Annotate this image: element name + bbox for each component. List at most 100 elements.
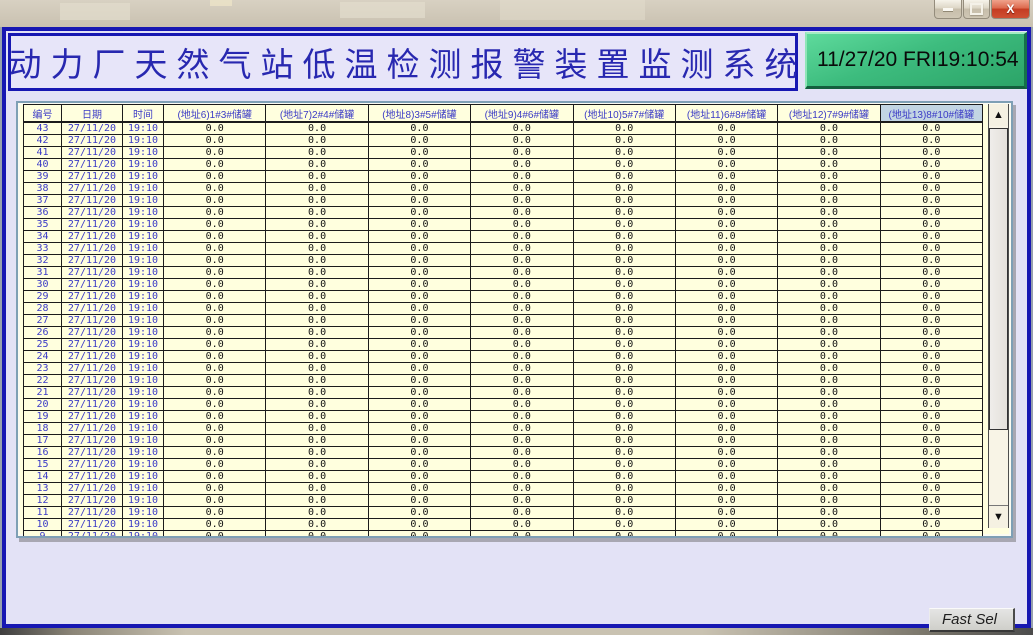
vertical-scrollbar[interactable]: ▲ ▼: [988, 104, 1009, 528]
row-value: 0.0: [880, 435, 982, 447]
row-time: 19:10: [123, 459, 164, 471]
row-value: 0.0: [471, 171, 573, 183]
row-value: 0.0: [368, 267, 470, 279]
row-value: 0.0: [164, 267, 266, 279]
table-row[interactable]: 1227/11/2019:100.00.00.00.00.00.00.00.0: [24, 495, 983, 507]
table-row[interactable]: 2427/11/2019:100.00.00.00.00.00.00.00.0: [24, 351, 983, 363]
table-row[interactable]: 3727/11/2019:100.00.00.00.00.00.00.00.0: [24, 195, 983, 207]
row-value: 0.0: [880, 327, 982, 339]
row-value: 0.0: [778, 207, 880, 219]
table-row[interactable]: 3227/11/2019:100.00.00.00.00.00.00.00.0: [24, 255, 983, 267]
table-row[interactable]: 2327/11/2019:100.00.00.00.00.00.00.00.0: [24, 363, 983, 375]
table-row[interactable]: 1627/11/2019:100.00.00.00.00.00.00.00.0: [24, 447, 983, 459]
row-time: 19:10: [123, 279, 164, 291]
table-row[interactable]: 1027/11/2019:100.00.00.00.00.00.00.00.0: [24, 519, 983, 531]
row-value: 0.0: [368, 399, 470, 411]
table-row[interactable]: 3427/11/2019:100.00.00.00.00.00.00.00.0: [24, 231, 983, 243]
table-row[interactable]: 927/11/2019:100.00.00.00.00.00.00.00.0: [24, 531, 983, 539]
row-value: 0.0: [880, 231, 982, 243]
close-button[interactable]: X: [991, 0, 1030, 19]
row-value: 0.0: [573, 267, 675, 279]
table-row[interactable]: 2027/11/2019:100.00.00.00.00.00.00.00.0: [24, 399, 983, 411]
row-date: 27/11/20: [62, 171, 123, 183]
row-value: 0.0: [573, 363, 675, 375]
row-value: 0.0: [164, 327, 266, 339]
row-value: 0.0: [573, 255, 675, 267]
table-row[interactable]: 1427/11/2019:100.00.00.00.00.00.00.00.0: [24, 471, 983, 483]
table-row[interactable]: 2227/11/2019:100.00.00.00.00.00.00.00.0: [24, 375, 983, 387]
row-value: 0.0: [880, 495, 982, 507]
table-row[interactable]: 1127/11/2019:100.00.00.00.00.00.00.00.0: [24, 507, 983, 519]
row-value: 0.0: [164, 279, 266, 291]
maximize-button[interactable]: [963, 0, 990, 19]
minimize-button[interactable]: [934, 0, 962, 19]
row-number: 30: [24, 279, 62, 291]
row-value: 0.0: [778, 291, 880, 303]
table-row[interactable]: 2127/11/2019:100.00.00.00.00.00.00.00.0: [24, 387, 983, 399]
row-value: 0.0: [573, 315, 675, 327]
table-row[interactable]: 2927/11/2019:100.00.00.00.00.00.00.00.0: [24, 291, 983, 303]
row-number: 31: [24, 267, 62, 279]
table-row[interactable]: 2527/11/2019:100.00.00.00.00.00.00.00.0: [24, 339, 983, 351]
row-value: 0.0: [675, 363, 777, 375]
row-number: 17: [24, 435, 62, 447]
row-value: 0.0: [266, 531, 368, 539]
table-row[interactable]: 2727/11/2019:100.00.00.00.00.00.00.00.0: [24, 315, 983, 327]
table-row[interactable]: 4127/11/2019:100.00.00.00.00.00.00.00.0: [24, 147, 983, 159]
table-row[interactable]: 4027/11/2019:100.00.00.00.00.00.00.00.0: [24, 159, 983, 171]
row-value: 0.0: [164, 122, 266, 135]
row-value: 0.0: [368, 183, 470, 195]
background-artifact: [60, 3, 130, 20]
row-date: 27/11/20: [62, 303, 123, 315]
table-row[interactable]: 3627/11/2019:100.00.00.00.00.00.00.00.0: [24, 207, 983, 219]
row-value: 0.0: [675, 519, 777, 531]
table-row[interactable]: 3527/11/2019:100.00.00.00.00.00.00.00.0: [24, 219, 983, 231]
scroll-up-button[interactable]: ▲: [989, 104, 1008, 126]
table-row[interactable]: 3327/11/2019:100.00.00.00.00.00.00.00.0: [24, 243, 983, 255]
column-header: (地址6)1#3#储罐: [164, 105, 266, 123]
row-value: 0.0: [164, 303, 266, 315]
table-row[interactable]: 2627/11/2019:100.00.00.00.00.00.00.00.0: [24, 327, 983, 339]
row-date: 27/11/20: [62, 423, 123, 435]
row-value: 0.0: [368, 519, 470, 531]
row-time: 19:10: [123, 519, 164, 531]
table-row[interactable]: 4327/11/2019:100.00.00.00.00.00.00.00.0: [24, 122, 983, 135]
scroll-down-button[interactable]: ▼: [989, 505, 1008, 528]
table-row[interactable]: 1327/11/2019:100.00.00.00.00.00.00.00.0: [24, 483, 983, 495]
row-value: 0.0: [778, 267, 880, 279]
column-header: 日期: [62, 105, 123, 123]
row-time: 19:10: [123, 495, 164, 507]
table-row[interactable]: 4227/11/2019:100.00.00.00.00.00.00.00.0: [24, 135, 983, 147]
row-value: 0.0: [778, 471, 880, 483]
row-value: 0.0: [471, 495, 573, 507]
table-row[interactable]: 1827/11/2019:100.00.00.00.00.00.00.00.0: [24, 423, 983, 435]
table-row[interactable]: 1727/11/2019:100.00.00.00.00.00.00.00.0: [24, 435, 983, 447]
row-value: 0.0: [164, 363, 266, 375]
fast-sel-button[interactable]: Fast Sel: [929, 608, 1015, 632]
row-value: 0.0: [471, 411, 573, 423]
table-row[interactable]: 1927/11/2019:100.00.00.00.00.00.00.00.0: [24, 411, 983, 423]
row-value: 0.0: [164, 183, 266, 195]
table-row[interactable]: 1527/11/2019:100.00.00.00.00.00.00.00.0: [24, 459, 983, 471]
table-row[interactable]: 3027/11/2019:100.00.00.00.00.00.00.00.0: [24, 279, 983, 291]
row-value: 0.0: [266, 327, 368, 339]
row-value: 0.0: [573, 279, 675, 291]
table-row[interactable]: 3827/11/2019:100.00.00.00.00.00.00.00.0: [24, 183, 983, 195]
row-value: 0.0: [471, 435, 573, 447]
row-value: 0.0: [573, 519, 675, 531]
row-time: 19:10: [123, 435, 164, 447]
table-row[interactable]: 2827/11/2019:100.00.00.00.00.00.00.00.0: [24, 303, 983, 315]
table-row[interactable]: 3127/11/2019:100.00.00.00.00.00.00.00.0: [24, 267, 983, 279]
row-number: 43: [24, 122, 62, 135]
row-time: 19:10: [123, 399, 164, 411]
row-time: 19:10: [123, 351, 164, 363]
row-number: 26: [24, 327, 62, 339]
row-value: 0.0: [880, 375, 982, 387]
row-value: 0.0: [778, 122, 880, 135]
row-value: 0.0: [164, 159, 266, 171]
scrollbar-thumb[interactable]: [989, 128, 1008, 430]
window-controls: X: [934, 0, 1030, 19]
table-row[interactable]: 3927/11/2019:100.00.00.00.00.00.00.00.0: [24, 171, 983, 183]
row-value: 0.0: [164, 291, 266, 303]
row-value: 0.0: [266, 507, 368, 519]
